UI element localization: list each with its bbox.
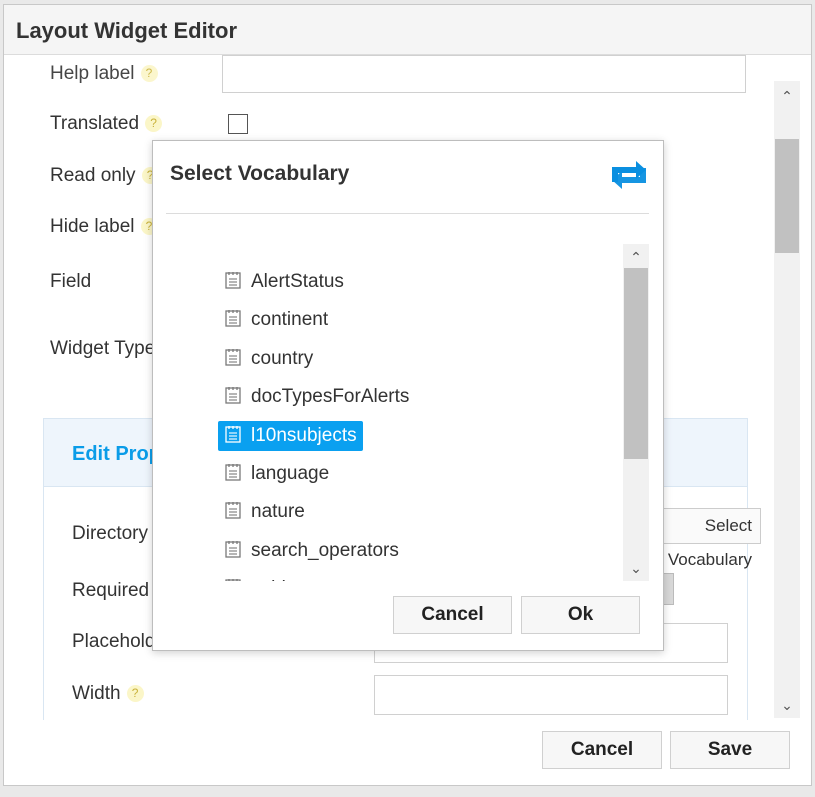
list-item[interactable]: search_operators [218, 536, 405, 566]
vocabulary-list: AlertStatus continent country docTypesForAl… [213, 247, 649, 581]
editor-header: Layout Widget Editor [4, 5, 811, 55]
list-item[interactable]: l10nsubjects [218, 420, 363, 451]
dialog-ok-button[interactable]: Ok [521, 596, 640, 634]
document-icon [225, 578, 241, 581]
hide-label-label: Hide label [50, 216, 135, 237]
save-button[interactable]: Save [670, 731, 790, 769]
document-icon [225, 348, 241, 366]
vocabulary-list-scrollbar-thumb[interactable] [624, 268, 648, 459]
read-only-row-label: Read only? [50, 165, 159, 187]
editor-scrollbar-thumb[interactable] [775, 139, 799, 253]
help-label-input[interactable] [222, 55, 746, 93]
width-input[interactable] [374, 675, 728, 715]
help-icon[interactable]: ? [126, 685, 144, 702]
chevron-down-icon[interactable]: ⌄ [774, 694, 800, 716]
select-vocabulary-button-label: Select Vocabulary [667, 516, 752, 569]
width-row-label: Width? [72, 683, 144, 705]
list-item-label: country [251, 347, 314, 369]
dialog-cancel-button[interactable]: Cancel [393, 596, 512, 634]
document-icon [225, 463, 241, 481]
list-item-label: language [251, 463, 330, 484]
translated-label: Translated [50, 113, 140, 134]
hide-label-row-label: Hide label? [50, 216, 158, 238]
dialog-title: Select Vocabulary [170, 162, 350, 185]
width-label: Width [72, 683, 121, 704]
list-item-label: subject [251, 578, 311, 581]
cancel-button[interactable]: Cancel [542, 731, 662, 769]
translated-row-label: Translated? [50, 113, 163, 135]
editor-scrollbar[interactable]: ⌃ ⌄ [774, 81, 800, 718]
list-item-label: continent [251, 309, 329, 331]
list-item[interactable]: docTypesForAlerts [218, 382, 415, 412]
list-item[interactable]: language [218, 459, 335, 489]
document-icon [225, 271, 241, 289]
chevron-up-icon[interactable]: ⌃ [623, 246, 649, 268]
vocabulary-list-scrollbar[interactable]: ⌃ ⌄ [623, 244, 649, 581]
list-item[interactable]: continent [218, 305, 334, 335]
document-icon [225, 386, 241, 404]
list-item-label: nature [251, 501, 305, 523]
editor-title: Layout Widget Editor [16, 18, 238, 43]
help-icon[interactable]: ? [140, 65, 158, 82]
list-item[interactable]: subject [218, 574, 317, 581]
list-item-label: docTypesForAlerts [251, 386, 410, 408]
chevron-up-icon[interactable]: ⌃ [774, 85, 800, 107]
list-item-label: l10nsubjects [251, 424, 357, 446]
field-label: Field [50, 271, 92, 292]
help-icon[interactable]: ? [145, 115, 163, 132]
required-label: Required [72, 580, 150, 601]
list-item-label: AlertStatus [251, 271, 344, 292]
select-vocabulary-button[interactable]: Select Vocabulary [656, 508, 761, 569]
list-item[interactable]: nature [218, 497, 311, 527]
list-item[interactable]: country [218, 344, 319, 374]
select-vocabulary-dialog: Select Vocabulary AlertStatus continent co… [152, 140, 664, 651]
read-only-label: Read only [50, 165, 136, 186]
dialog-divider [166, 213, 649, 214]
translated-checkbox[interactable] [228, 114, 248, 134]
list-item-label: search_operators [251, 539, 399, 561]
list-item[interactable]: AlertStatus [218, 267, 350, 297]
document-icon [225, 425, 241, 443]
document-icon [225, 540, 241, 558]
swap-arrows-icon[interactable] [609, 157, 649, 193]
field-row-label: Field [50, 271, 91, 293]
chevron-down-icon[interactable]: ⌄ [623, 557, 649, 579]
widget-type-label: Widget Type [50, 338, 156, 359]
help-label-row-label: Help label? [50, 63, 158, 85]
document-icon [225, 501, 241, 520]
help-label-text: Help label [50, 63, 135, 84]
directory-label: Directory [72, 523, 149, 544]
widget-type-row-label: Widget Type [50, 338, 155, 360]
document-icon [225, 309, 241, 328]
